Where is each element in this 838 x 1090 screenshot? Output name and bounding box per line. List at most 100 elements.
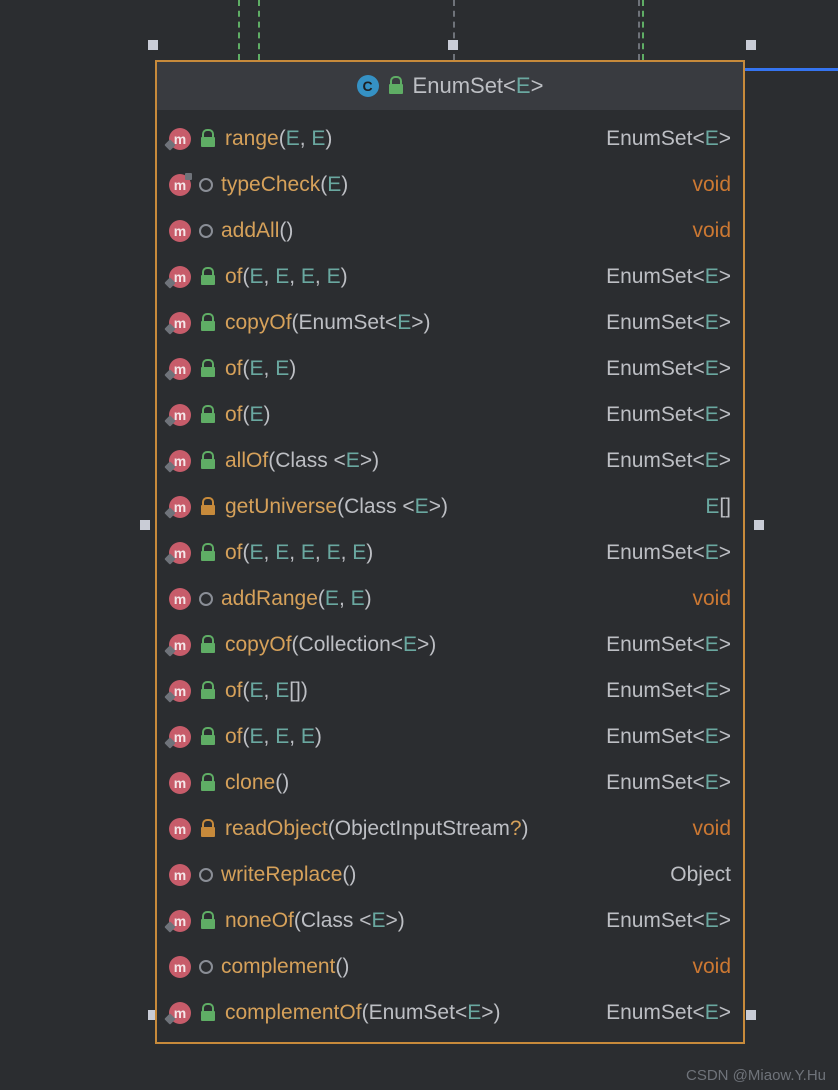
method-icon: m xyxy=(169,404,191,426)
method-signature: addAll() xyxy=(221,219,684,243)
method-row[interactable]: maddAll()void xyxy=(157,208,743,254)
return-type: void xyxy=(692,817,731,841)
method-signature: clone() xyxy=(225,771,598,795)
lock-icon xyxy=(387,77,405,95)
method-icon: m xyxy=(169,220,191,242)
method-icon: m xyxy=(169,1002,191,1024)
return-type: EnumSet<E> xyxy=(606,311,731,335)
method-row[interactable]: m of(E, E, E) EnumSet<E> xyxy=(157,714,743,760)
method-signature: range(E, E) xyxy=(225,127,598,151)
guide-line xyxy=(258,0,260,60)
method-row[interactable]: m of(E, E, E, E) EnumSet<E> xyxy=(157,254,743,300)
return-type: EnumSet<E> xyxy=(606,771,731,795)
method-signature: getUniverse(Class <E>) xyxy=(225,495,697,519)
anchor-handle[interactable] xyxy=(754,520,764,530)
anchor-handle[interactable] xyxy=(746,1010,756,1020)
method-row[interactable]: m writeReplace() Object xyxy=(157,852,743,898)
method-signature: of(E, E) xyxy=(225,357,598,381)
method-row[interactable]: mrange(E, E)EnumSet<E> xyxy=(157,116,743,162)
package-visibility-icon xyxy=(199,592,213,606)
method-row[interactable]: mof(E, E)EnumSet<E> xyxy=(157,346,743,392)
return-type: EnumSet<E> xyxy=(606,541,731,565)
package-visibility-icon xyxy=(199,224,213,238)
method-signature: typeCheck(E) xyxy=(221,173,684,197)
guide-line xyxy=(638,0,640,60)
lock-icon xyxy=(199,130,217,148)
method-row[interactable]: m of(E) EnumSet<E> xyxy=(157,392,743,438)
class-name: EnumSet xyxy=(413,73,504,98)
return-type: void xyxy=(692,587,731,611)
lock-icon xyxy=(199,820,217,838)
watermark: CSDN @Miaow.Y.Hu xyxy=(686,1067,826,1084)
method-signature: complement() xyxy=(221,955,684,979)
package-visibility-icon xyxy=(199,178,213,192)
method-signature: complementOf(EnumSet<E>) xyxy=(225,1001,598,1025)
method-row[interactable]: mnoneOf(Class <E>)EnumSet<E> xyxy=(157,898,743,944)
return-type: EnumSet<E> xyxy=(606,1001,731,1025)
method-signature: readObject(ObjectInputStream?) xyxy=(225,817,684,841)
method-icon: m xyxy=(169,358,191,380)
method-icon: m xyxy=(169,496,191,518)
method-icon: m xyxy=(169,956,191,978)
lock-icon xyxy=(199,406,217,424)
method-row[interactable]: mcomplement()void xyxy=(157,944,743,990)
return-type: Object xyxy=(670,863,731,887)
method-signature: of(E, E, E) xyxy=(225,725,598,749)
method-row[interactable]: mof(E, E[])EnumSet<E> xyxy=(157,668,743,714)
method-signature: of(E) xyxy=(225,403,598,427)
anchor-handle[interactable] xyxy=(746,40,756,50)
return-type: EnumSet<E> xyxy=(606,633,731,657)
method-row[interactable]: m typeCheck(E) void xyxy=(157,162,743,208)
guide-line xyxy=(238,0,240,60)
lock-icon xyxy=(199,544,217,562)
lock-icon xyxy=(199,452,217,470)
method-icon: m xyxy=(169,772,191,794)
anchor-handle[interactable] xyxy=(448,40,458,50)
anchor-handle[interactable] xyxy=(140,520,150,530)
class-header[interactable]: C EnumSet<E> xyxy=(157,62,743,110)
return-type: EnumSet<E> xyxy=(606,909,731,933)
lock-icon xyxy=(199,912,217,930)
return-type: E[] xyxy=(705,495,731,519)
lock-icon xyxy=(199,498,217,516)
method-icon: m xyxy=(169,726,191,748)
method-row[interactable]: mcopyOf(Collection<E>)EnumSet<E> xyxy=(157,622,743,668)
method-row[interactable]: mallOf(Class <E>)EnumSet<E> xyxy=(157,438,743,484)
lock-icon xyxy=(199,1004,217,1022)
method-signature: writeReplace() xyxy=(221,863,662,887)
method-icon: m xyxy=(169,634,191,656)
method-icon: m xyxy=(169,450,191,472)
method-icon: m xyxy=(169,174,191,196)
method-icon: m xyxy=(169,818,191,840)
method-row[interactable]: m readObject(ObjectInputStream?) void xyxy=(157,806,743,852)
method-row[interactable]: maddRange(E, E)void xyxy=(157,576,743,622)
class-structure-box[interactable]: C EnumSet<E> m range(E, E) EnumSet<E> m type… xyxy=(155,60,745,1044)
return-type: void xyxy=(692,173,731,197)
guide-line xyxy=(738,68,838,71)
lock-icon xyxy=(199,360,217,378)
return-type: EnumSet<E> xyxy=(606,265,731,289)
return-type: EnumSet<E> xyxy=(606,725,731,749)
return-type: EnumSet<E> xyxy=(606,403,731,427)
method-row[interactable]: mcopyOf(EnumSet<E>)EnumSet<E> xyxy=(157,300,743,346)
method-signature: of(E, E, E, E, E) xyxy=(225,541,598,565)
method-signature: of(E, E[]) xyxy=(225,679,598,703)
method-icon: m xyxy=(169,864,191,886)
package-visibility-icon xyxy=(199,960,213,974)
return-type: EnumSet<E> xyxy=(606,679,731,703)
method-icon: m xyxy=(169,542,191,564)
method-signature: copyOf(EnumSet<E>) xyxy=(225,311,598,335)
method-row[interactable]: m clone() EnumSet<E> xyxy=(157,760,743,806)
method-row[interactable]: m of(E, E, E, E, E) EnumSet<E> xyxy=(157,530,743,576)
method-signature: of(E, E, E, E) xyxy=(225,265,598,289)
method-row[interactable]: m complementOf(EnumSet<E>) EnumSet<E> xyxy=(157,990,743,1036)
anchor-handle[interactable] xyxy=(148,40,158,50)
lock-icon xyxy=(199,636,217,654)
method-signature: addRange(E, E) xyxy=(221,587,684,611)
method-icon: m xyxy=(169,128,191,150)
method-row[interactable]: m getUniverse(Class <E>) E[] xyxy=(157,484,743,530)
lock-icon xyxy=(199,682,217,700)
method-icon: m xyxy=(169,266,191,288)
guide-line xyxy=(642,0,644,60)
guide-line xyxy=(453,0,455,60)
